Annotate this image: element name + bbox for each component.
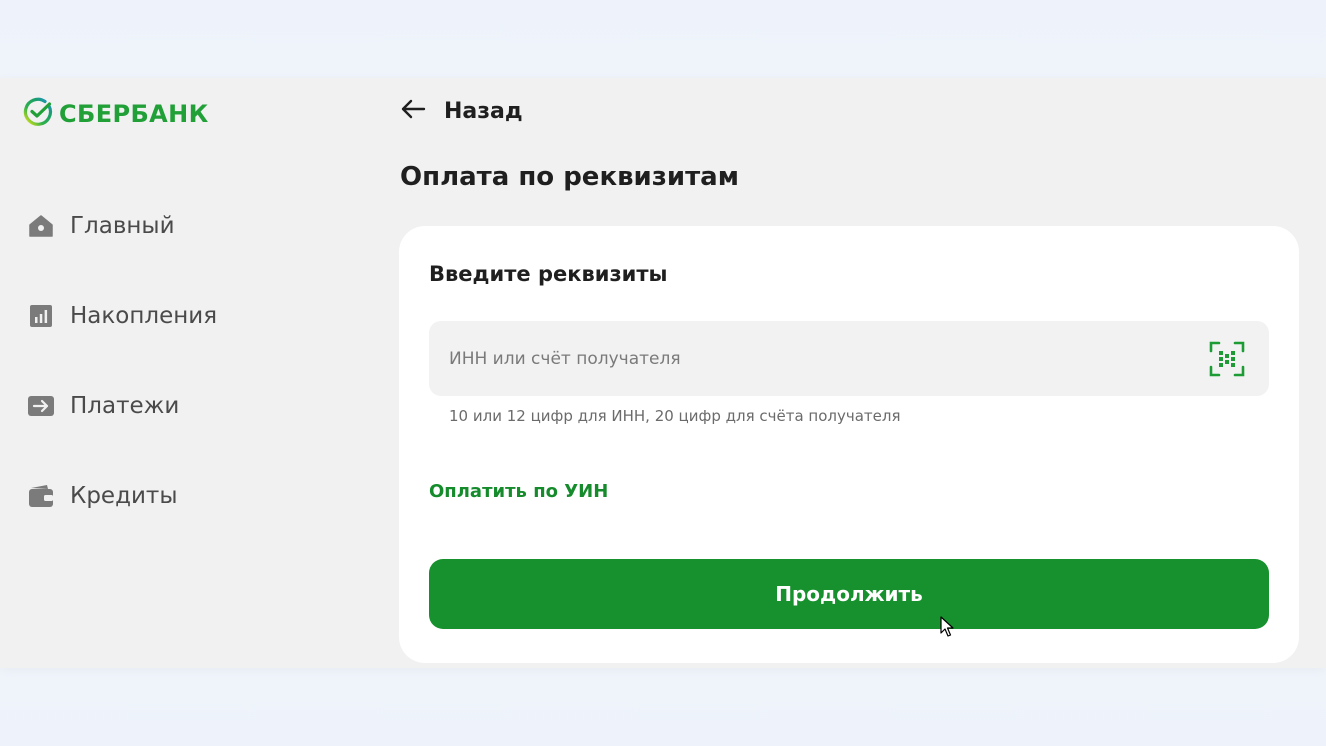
brand-logo[interactable]: СБЕРБАНК — [23, 97, 209, 131]
recipient-field[interactable] — [429, 321, 1269, 396]
requisites-card: Введите реквизиты ИНН или счёт получател… — [399, 226, 1299, 663]
sidebar-item-credits[interactable]: Кредиты — [28, 480, 178, 512]
app-window: СБЕРБАНК Главный Накопления Платежи Кред… — [0, 78, 1326, 668]
page-title: Оплата по реквизитам — [400, 162, 739, 192]
back-label: Назад — [444, 98, 523, 124]
sidebar-item-label: Кредиты — [70, 483, 178, 509]
qr-scan-icon[interactable] — [1207, 339, 1247, 379]
sidebar-item-payments[interactable]: Платежи — [28, 390, 179, 422]
field-hint: 10 или 12 цифр для ИНН, 20 цифр для счёт… — [449, 407, 901, 425]
sidebar-item-main[interactable]: Главный — [28, 210, 175, 242]
home-icon — [28, 213, 54, 239]
arrow-right-icon — [28, 393, 54, 419]
sber-logo-icon — [23, 97, 53, 131]
form-title: Введите реквизиты — [429, 262, 668, 286]
pay-by-uin-link[interactable]: Оплатить по УИН — [429, 481, 608, 502]
brand-name: СБЕРБАНК — [59, 100, 209, 128]
mouse-cursor-icon — [940, 616, 956, 638]
continue-label: Продолжить — [775, 582, 923, 606]
continue-button[interactable]: Продолжить — [429, 559, 1269, 629]
back-button[interactable]: Назад — [400, 95, 523, 127]
sidebar-item-label: Платежи — [70, 393, 180, 419]
sidebar-item-savings[interactable]: Накопления — [28, 300, 217, 332]
chart-icon — [28, 303, 54, 329]
sidebar-item-label: Главный — [70, 213, 175, 239]
sidebar-item-label: Накопления — [70, 303, 218, 329]
wallet-icon — [28, 483, 54, 509]
recipient-input[interactable] — [449, 338, 1207, 379]
arrow-left-icon — [400, 98, 426, 124]
